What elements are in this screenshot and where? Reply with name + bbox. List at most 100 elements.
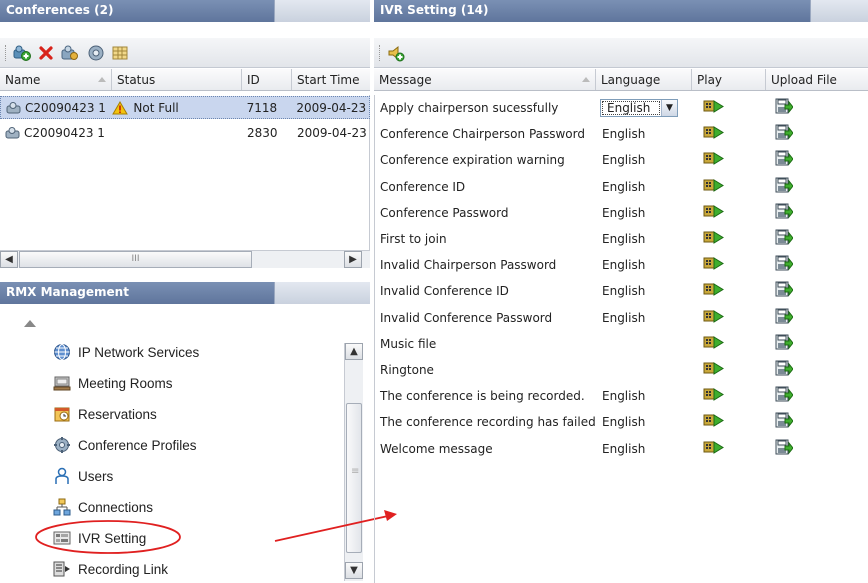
upload-file-icon[interactable] [775,203,794,223]
sidebar-item-label: IP Network Services [78,344,200,360]
scroll-thumb[interactable]: ≡ [346,403,362,553]
play-icon[interactable] [703,230,725,248]
ivr-message: Conference Chairperson Password [380,127,585,142]
upload-file-icon[interactable] [775,412,794,432]
upload-file-icon[interactable] [775,439,794,459]
conference-name: C20090423 1 [24,125,105,140]
language-dropdown[interactable]: English ▼ [600,99,678,118]
ivr-message: Conference Password [380,205,509,220]
col-play[interactable]: Play [692,69,766,90]
table-row[interactable]: Invalid Chairperson Password English [375,252,868,278]
ivr-message: Conference expiration warning [380,153,565,168]
table-row[interactable]: The conference recording has failed. Engl… [375,409,868,435]
upload-file-icon[interactable] [775,308,794,328]
sidebar-item-label: Reservations [78,406,157,422]
collapse-icon[interactable] [24,320,36,327]
play-icon[interactable] [703,256,725,274]
ivr-language: English [602,284,646,299]
play-icon[interactable] [703,387,725,405]
play-icon[interactable] [703,99,725,117]
upload-file-icon[interactable] [775,124,794,144]
scroll-thumb[interactable]: III [19,251,252,268]
language-select[interactable]: English ▼ [597,99,693,118]
ivr-message: The conference is being recorded. [380,389,585,404]
play-icon[interactable] [703,309,725,327]
col-language[interactable]: Language [596,69,692,90]
col-name[interactable]: Name [0,69,112,90]
table-row[interactable]: C20090423 1 Not Full 7118 2009-04-23 [0,96,370,119]
play-icon[interactable] [703,282,725,300]
upload-file-icon[interactable] [775,386,794,406]
conference-profile-icon[interactable] [86,43,106,63]
table-row[interactable]: The conference is being recorded. English [375,383,868,409]
play-icon[interactable] [703,361,725,379]
play-icon[interactable] [703,335,725,353]
table-view-icon[interactable] [110,43,130,63]
upload-file-icon[interactable] [775,229,794,249]
table-row[interactable]: Invalid Conference ID English [375,278,868,304]
col-id-label: ID [247,73,260,87]
sort-indicator-icon [98,77,106,82]
sidebar-item-meeting-rooms[interactable]: Meeting Rooms [52,373,173,393]
upload-file-icon[interactable] [775,150,794,170]
table-row[interactable]: Conference Password English [375,200,868,226]
play-icon[interactable] [703,440,725,458]
sidebar-item-ip-network-services[interactable]: IP Network Services [52,342,199,362]
connections-icon [52,497,72,517]
upload-file-icon[interactable] [775,177,794,197]
table-row[interactable]: First to join English [375,226,868,252]
sidebar-item-users[interactable]: Users [52,466,113,486]
upload-file-icon[interactable] [775,255,794,275]
play-icon[interactable] [703,413,725,431]
table-row[interactable]: Conference Chairperson Password English [375,121,868,147]
ivr-panel-header: IVR Setting (14) [374,0,868,22]
ivr-message: Invalid Chairperson Password [380,258,557,273]
table-row[interactable]: Conference expiration warning English [375,147,868,173]
table-row[interactable]: Ringtone [375,357,868,383]
scroll-right-button[interactable]: ▶ [344,251,362,268]
scroll-left-button[interactable]: ◀ [0,251,18,268]
sidebar-item-recording-link[interactable]: Recording Link [52,559,168,579]
meeting-room-icon [52,373,72,393]
table-row[interactable]: Conference ID English [375,174,868,200]
scroll-down-button[interactable]: ▼ [345,562,363,579]
col-message[interactable]: Message [374,69,596,90]
play-icon[interactable] [703,125,725,143]
upload-file-icon[interactable] [775,98,794,118]
col-start-time[interactable]: Start Time [292,69,370,90]
ivr-message: Music file [380,336,437,351]
ivr-message: Apply chairperson sucessfully [380,101,559,116]
add-conference-icon[interactable] [12,43,32,63]
rmx-vertical-scrollbar[interactable]: ▲ ≡ ▼ [344,343,363,581]
scroll-up-button[interactable]: ▲ [345,343,363,360]
chevron-down-icon[interactable]: ▼ [661,100,677,117]
sidebar-item-ivr-setting[interactable]: IVR Setting [52,528,146,548]
conference-settings-icon[interactable] [60,43,80,63]
table-row[interactable]: C20090423 1 2830 2009-04-23 [0,121,370,144]
conference-status: Not Full [133,100,179,115]
header-cap [274,282,370,304]
col-id[interactable]: ID [242,69,292,90]
table-row[interactable]: Music file [375,331,868,357]
table-row[interactable]: Invalid Conference Password English [375,305,868,331]
upload-file-icon[interactable] [775,334,794,354]
conference-start-time: 2009-04-23 [296,100,367,115]
ivr-language: English [602,232,646,247]
add-ivr-message-icon[interactable] [386,43,406,63]
play-icon[interactable] [703,178,725,196]
sidebar-item-connections[interactable]: Connections [52,497,153,517]
conferences-horizontal-scrollbar[interactable]: ◀ III ▶ [0,250,370,268]
sidebar-item-reservations[interactable]: Reservations [52,404,157,424]
col-status[interactable]: Status [112,69,242,90]
upload-file-icon[interactable] [775,281,794,301]
sidebar-item-label: Meeting Rooms [78,375,173,391]
delete-icon[interactable] [36,43,56,63]
play-icon[interactable] [703,151,725,169]
sidebar-item-conference-profiles[interactable]: Conference Profiles [52,435,197,455]
table-row[interactable]: Apply chairperson sucessfully English ▼ [375,95,868,121]
table-row[interactable]: Welcome message English [375,436,868,462]
play-icon[interactable] [703,204,725,222]
upload-file-icon[interactable] [775,360,794,380]
col-upload-file[interactable]: Upload File [766,69,868,90]
ivr-message: Ringtone [380,363,434,378]
